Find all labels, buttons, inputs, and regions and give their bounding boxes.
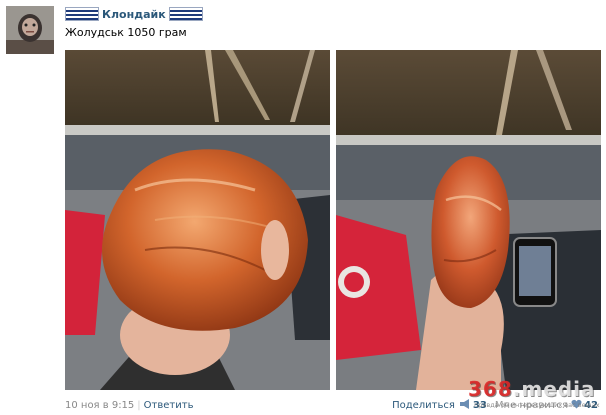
megaphone-icon[interactable]: [459, 399, 471, 412]
post-meta: 10 ноя в 9:15 | Ответить: [65, 400, 193, 411]
like-button[interactable]: Мне нравится: [495, 400, 568, 411]
photo-amber-front[interactable]: [65, 50, 330, 390]
post-timestamp[interactable]: 10 ноя в 9:15: [65, 400, 134, 411]
like-count: 42: [584, 400, 598, 411]
share-count: 33: [472, 400, 487, 411]
author-name[interactable]: Клондайк: [102, 8, 166, 21]
post-text: Жолудськ 1050 грам: [65, 26, 187, 39]
author-row: Клондайк: [65, 7, 203, 21]
flag-icon: [65, 7, 99, 21]
meta-separator: |: [137, 400, 141, 411]
post-actions: Поделиться 33 Мне нравится 42: [392, 399, 598, 412]
heart-icon[interactable]: [571, 399, 582, 412]
reply-link[interactable]: Ответить: [144, 400, 194, 411]
share-button[interactable]: Поделиться: [392, 400, 455, 411]
author-avatar[interactable]: [6, 6, 54, 54]
avatar-image: [6, 6, 54, 54]
photo-amber-side[interactable]: [336, 50, 601, 390]
flag-icon: [168, 7, 203, 21]
